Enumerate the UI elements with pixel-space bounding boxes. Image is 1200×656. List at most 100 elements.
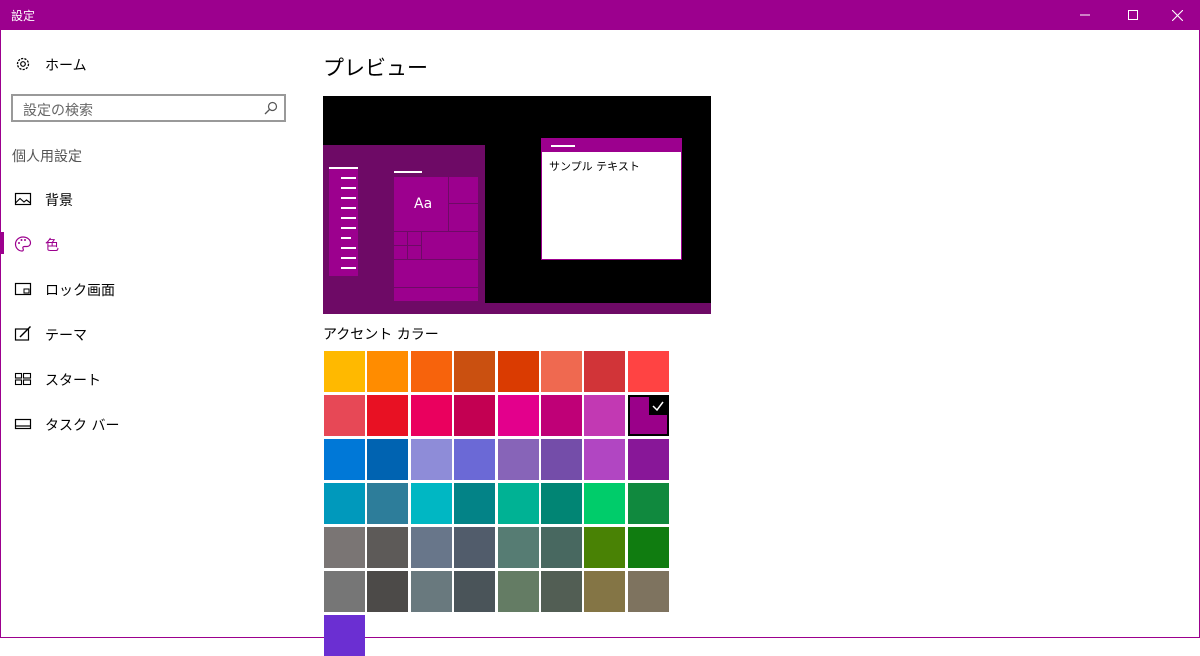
theme-icon (14, 326, 31, 341)
accent-color-swatch[interactable] (627, 571, 669, 612)
accent-color-swatch[interactable] (627, 351, 669, 392)
accent-color-swatch[interactable] (541, 439, 582, 480)
accent-color-swatch[interactable] (541, 571, 582, 612)
accent-color-swatch[interactable] (541, 527, 582, 568)
accent-color-swatch[interactable] (584, 351, 626, 392)
accent-color-swatch[interactable] (367, 351, 409, 392)
accent-color-swatch[interactable] (367, 483, 409, 524)
sidebar-item-label: 色 (45, 238, 59, 254)
close-icon (1171, 9, 1183, 21)
accent-color-swatch[interactable] (410, 439, 452, 480)
gear-icon (16, 57, 30, 71)
accent-color-swatch[interactable] (584, 395, 626, 436)
preview-tile (408, 232, 421, 245)
sidebar-item-start[interactable]: スタート (0, 357, 300, 401)
preview-start-list (329, 167, 358, 276)
start-icon (14, 372, 32, 386)
search-placeholder: 設定の検索 (23, 103, 93, 119)
accent-color-swatch[interactable] (410, 571, 452, 612)
accent-color-swatch[interactable] (454, 351, 496, 392)
preview-tile (394, 246, 407, 259)
maximize-icon (1128, 10, 1138, 20)
accent-color-label: アクセント カラー (323, 327, 439, 343)
close-button[interactable] (1154, 0, 1200, 30)
accent-color-swatch[interactable] (541, 395, 582, 436)
accent-color-swatch[interactable] (454, 571, 496, 612)
accent-color-swatch[interactable] (410, 395, 452, 436)
palette-icon (14, 236, 32, 252)
preview-sample-window: サンプル テキスト (541, 138, 682, 260)
sidebar-home[interactable]: ホーム (0, 42, 300, 86)
preview-sample-text: サンプル テキスト (549, 160, 640, 173)
preview-tile (394, 232, 407, 245)
sidebar-item-background[interactable]: 背景 (0, 177, 300, 221)
accent-color-swatch[interactable] (497, 351, 539, 392)
preview-tile-wide (422, 232, 478, 259)
accent-color-swatch[interactable] (367, 527, 409, 568)
lock-screen-icon (14, 282, 32, 296)
accent-color-swatch[interactable] (584, 439, 626, 480)
search-icon[interactable] (264, 101, 278, 115)
accent-color-swatch[interactable] (497, 439, 539, 480)
theme-preview: Aa サンプル テキスト (323, 96, 711, 314)
accent-color-swatch[interactable] (324, 571, 365, 612)
accent-color-swatch[interactable] (454, 439, 496, 480)
sidebar-item-label: スタート (45, 373, 101, 389)
sidebar-item-label: タスク バー (45, 418, 120, 434)
sidebar-item-label: ロック画面 (45, 283, 115, 299)
accent-color-swatch[interactable] (367, 571, 409, 612)
accent-color-swatch[interactable] (627, 527, 669, 568)
accent-color-swatch[interactable] (584, 483, 626, 524)
accent-color-swatch[interactable] (324, 439, 365, 480)
sidebar-item-label: テーマ (45, 328, 87, 344)
accent-color-swatch[interactable] (324, 527, 365, 568)
preview-tile-text: Aa (414, 196, 433, 212)
accent-color-swatch[interactable] (497, 571, 539, 612)
accent-color-swatch[interactable] (410, 527, 452, 568)
sidebar-item-theme[interactable]: テーマ (0, 312, 300, 356)
preview-window-titlebar (542, 139, 681, 152)
accent-color-swatch[interactable] (367, 439, 409, 480)
accent-color-swatch[interactable] (497, 527, 539, 568)
preview-tile (449, 177, 478, 203)
accent-color-swatch[interactable] (454, 395, 496, 436)
minimize-button[interactable] (1062, 0, 1108, 30)
accent-color-swatch[interactable] (410, 483, 452, 524)
accent-color-swatch[interactable] (584, 571, 626, 612)
minimize-icon (1080, 14, 1090, 16)
accent-color-swatch[interactable] (324, 395, 365, 436)
taskbar-icon (14, 418, 32, 430)
title-bar: 設定 (0, 0, 1200, 30)
accent-color-swatch[interactable] (541, 351, 582, 392)
window-title: 設定 (11, 9, 36, 23)
maximize-button[interactable] (1110, 0, 1156, 30)
accent-color-swatch[interactable] (324, 351, 365, 392)
accent-color-swatch[interactable] (584, 527, 626, 568)
accent-color-swatch[interactable] (324, 615, 365, 656)
accent-color-swatch[interactable] (627, 483, 669, 524)
preview-start-menu: Aa (323, 145, 485, 307)
accent-color-swatch[interactable] (541, 483, 582, 524)
sidebar-item-label: 背景 (45, 193, 73, 209)
sidebar-home-label: ホーム (45, 58, 87, 74)
preview-tile-large: Aa (394, 177, 448, 231)
accent-color-swatch[interactable] (497, 395, 539, 436)
accent-color-swatch[interactable] (627, 439, 669, 480)
accent-color-swatch[interactable] (454, 483, 496, 524)
accent-color-swatch[interactable] (367, 395, 409, 436)
section-title: 個人用設定 (12, 149, 82, 165)
preview-taskbar (323, 303, 711, 314)
preview-tile-wide (394, 260, 478, 287)
accent-color-swatch[interactable] (410, 351, 452, 392)
page-title: プレビュー (323, 56, 428, 80)
accent-color-swatch[interactable] (454, 527, 496, 568)
sidebar-item-lock-screen[interactable]: ロック画面 (0, 267, 300, 311)
search-box[interactable]: 設定の検索 (11, 94, 286, 122)
accent-color-swatch[interactable] (497, 483, 539, 524)
sidebar-item-taskbar[interactable]: タスク バー (0, 402, 300, 446)
preview-tile (408, 246, 421, 259)
sidebar-item-colors[interactable]: 色 (0, 222, 300, 266)
picture-icon (14, 192, 32, 206)
accent-color-swatch[interactable] (324, 483, 365, 524)
accent-color-swatch[interactable] (627, 395, 669, 436)
